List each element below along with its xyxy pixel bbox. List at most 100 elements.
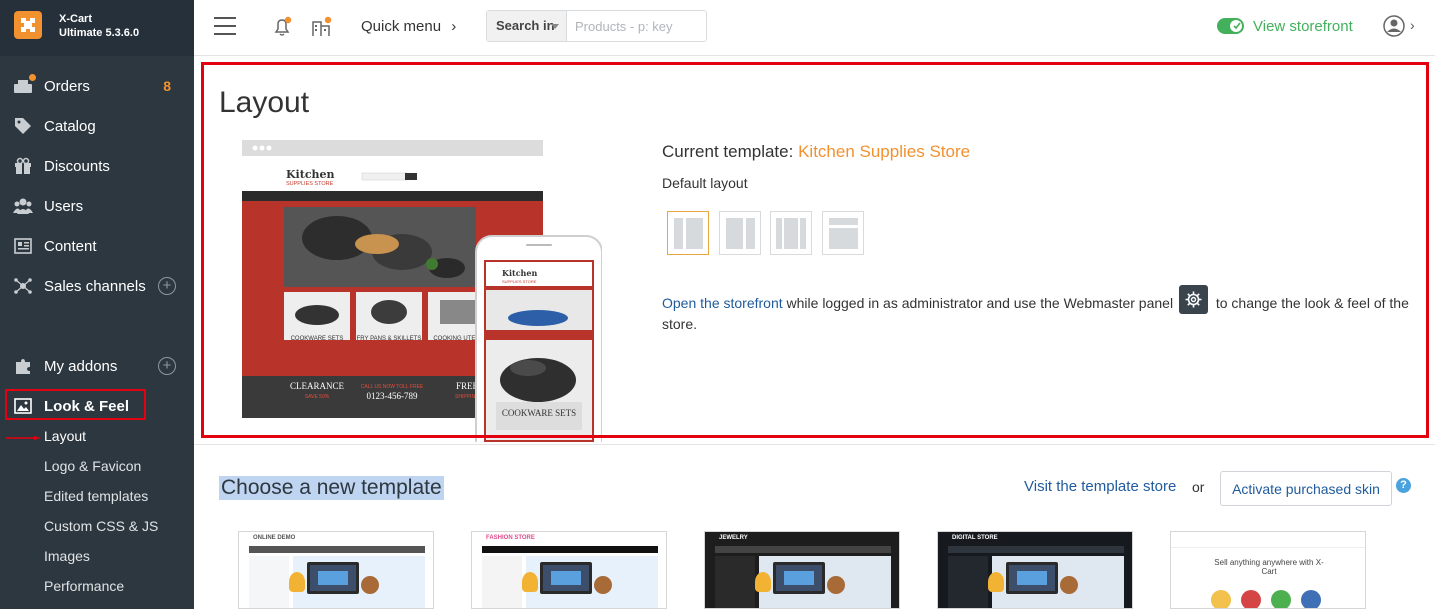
default-layout-label: Default layout: [662, 175, 748, 191]
storefront-toggle[interactable]: [1217, 18, 1244, 34]
layout-sidebar-block: [746, 218, 755, 249]
template-thumb-xcart[interactable]: Sell anything anywhere with X-Cart: [1170, 531, 1366, 609]
activate-purchased-skin-button[interactable]: Activate purchased skin: [1220, 471, 1392, 506]
network-icon: [13, 276, 33, 296]
sidebar-item-label: Discounts: [44, 157, 110, 175]
layout-option-left-sidebar[interactable]: [667, 211, 709, 255]
search-box: Search in: [486, 10, 707, 42]
add-sales-channel-button[interactable]: +: [158, 277, 176, 295]
sidebar-item-my-addons[interactable]: My addons +: [0, 346, 194, 386]
preview-clearance-sub: SAVE 50%: [305, 394, 330, 400]
thumb-sidebar: [715, 556, 755, 608]
thumb-nav: [715, 546, 891, 553]
preview-desktop-subtitle: SUPPLIES STORE: [286, 181, 334, 187]
thumb-character-icon: [1271, 590, 1291, 608]
thumb-flower-image: [289, 572, 305, 592]
layout-main-block: [784, 218, 798, 249]
template-thumb-digital-store[interactable]: DIGITAL STORE: [937, 531, 1133, 609]
sidebar-item-label: Users: [44, 197, 84, 215]
preview-desktop-title: Kitchen: [286, 168, 335, 181]
brand-version: Ultimate 5.3.6.0: [59, 27, 140, 39]
brand-header: X-Cart Ultimate 5.3.6.0: [0, 0, 194, 56]
sidebar-item-label: Catalog: [44, 117, 96, 135]
thumb-title: Sell anything anywhere with X-Cart: [1214, 558, 1324, 576]
sidebar-item-label: Orders: [44, 77, 90, 95]
search-scope-label: Search in: [496, 18, 555, 33]
search-input[interactable]: [567, 11, 705, 41]
sidebar-subitem-images[interactable]: Images: [44, 548, 90, 564]
sidebar-subitem-layout[interactable]: Layout: [44, 428, 86, 444]
storefront-text-part1: while logged in as administrator and use…: [786, 295, 1174, 311]
orders-notification-dot: [29, 74, 36, 81]
preview-mobile-product: COOKWARE SETS: [502, 408, 576, 418]
puzzle-icon: [13, 356, 33, 376]
layout-sidebar-block: [800, 218, 806, 249]
thumb-flower-image: [755, 572, 771, 592]
template-thumb-fashion-store[interactable]: FASHION STORE: [471, 531, 667, 609]
thumb-title: FASHION STORE: [486, 535, 535, 541]
thumb-nav: [948, 546, 1124, 553]
or-separator: or: [1192, 479, 1205, 495]
tag-icon: [13, 116, 33, 136]
sidebar-item-orders[interactable]: Orders 8: [0, 66, 194, 106]
visit-template-store-link[interactable]: Visit the template store: [1024, 478, 1176, 495]
thumb-title: DIGITAL STORE: [952, 535, 998, 541]
sidebar-item-catalog[interactable]: Catalog: [0, 106, 194, 146]
sidebar-subitem-performance[interactable]: Performance: [44, 578, 124, 594]
thumb-laptop-image: [540, 562, 592, 594]
layout-sidebar-block: [674, 218, 683, 249]
add-addon-button[interactable]: +: [158, 357, 176, 375]
layout-header-block: [829, 218, 858, 225]
xcart-logo[interactable]: [14, 11, 42, 39]
hamburger-menu-icon[interactable]: [214, 17, 236, 35]
thumb-laptop-image: [307, 562, 359, 594]
layout-main-block: [686, 218, 703, 249]
user-avatar-icon[interactable]: [1383, 15, 1405, 37]
thumb-flower-image: [522, 572, 538, 592]
thumb-character-icon: [1211, 590, 1231, 608]
bell-icon[interactable]: [271, 16, 293, 38]
quick-menu-label: Quick menu: [361, 18, 442, 35]
open-storefront-link[interactable]: Open the storefront: [662, 295, 783, 311]
preview-phone: 0123-456-789: [367, 391, 418, 401]
sidebar-subitem-edited-templates[interactable]: Edited templates: [44, 488, 148, 504]
thumb-sidebar: [482, 556, 522, 608]
layout-option-three-columns[interactable]: [770, 211, 812, 255]
caret-down-icon: [551, 24, 559, 29]
thumb-bear-image: [594, 576, 612, 594]
thumb-nav: [249, 546, 425, 553]
template-thumb-jewelry[interactable]: JEWELRY: [704, 531, 900, 609]
storefront-instructions: Open the storefront while logged in as a…: [662, 285, 1428, 334]
brand-name: X-Cart Ultimate 5.3.6.0: [59, 12, 139, 40]
chevron-right-icon[interactable]: ›: [1410, 17, 1415, 33]
storefront-building-icon[interactable]: [310, 16, 332, 38]
thumb-laptop-image: [773, 562, 825, 594]
layout-option-one-column[interactable]: [822, 211, 864, 255]
thumb-title: ONLINE DEMO: [253, 535, 296, 541]
preview-call-label: CALL US NOW TOLL FREE: [361, 384, 424, 390]
template-preview-image: Kitchen SUPPLIES STORE COOKWARE SETS FRY…: [242, 140, 602, 442]
sidebar: X-Cart Ultimate 5.3.6.0 Orders 8 Catalog…: [0, 0, 194, 609]
quick-menu-button[interactable]: Quick menu ›: [361, 18, 456, 35]
search-scope-dropdown[interactable]: Search in: [487, 11, 567, 41]
layout-main-block: [726, 218, 743, 249]
gift-icon: [13, 156, 33, 176]
thumb-bear-image: [361, 576, 379, 594]
thumb-sidebar: [249, 556, 289, 608]
current-template-label: Current template:: [662, 142, 794, 161]
layout-option-right-sidebar[interactable]: [719, 211, 761, 255]
thumb-laptop-image: [1006, 562, 1058, 594]
sidebar-item-discounts[interactable]: Discounts: [0, 146, 194, 186]
help-icon[interactable]: ?: [1396, 478, 1411, 493]
chevron-right-icon: ›: [451, 18, 457, 35]
view-storefront-link[interactable]: View storefront: [1253, 18, 1353, 35]
sidebar-item-users[interactable]: Users: [0, 186, 194, 226]
thumb-flower-image: [988, 572, 1004, 592]
sidebar-subitem-logo-favicon[interactable]: Logo & Favicon: [44, 458, 141, 474]
sidebar-item-sales-channels[interactable]: Sales channels +: [0, 266, 194, 306]
template-thumb-online-demo[interactable]: ONLINE DEMO: [238, 531, 434, 609]
sidebar-item-content[interactable]: Content: [0, 226, 194, 266]
look-feel-highlight-frame: [5, 389, 146, 420]
sidebar-subitem-custom-css-js[interactable]: Custom CSS & JS: [44, 518, 158, 534]
preview-clearance: CLEARANCE: [290, 381, 345, 391]
